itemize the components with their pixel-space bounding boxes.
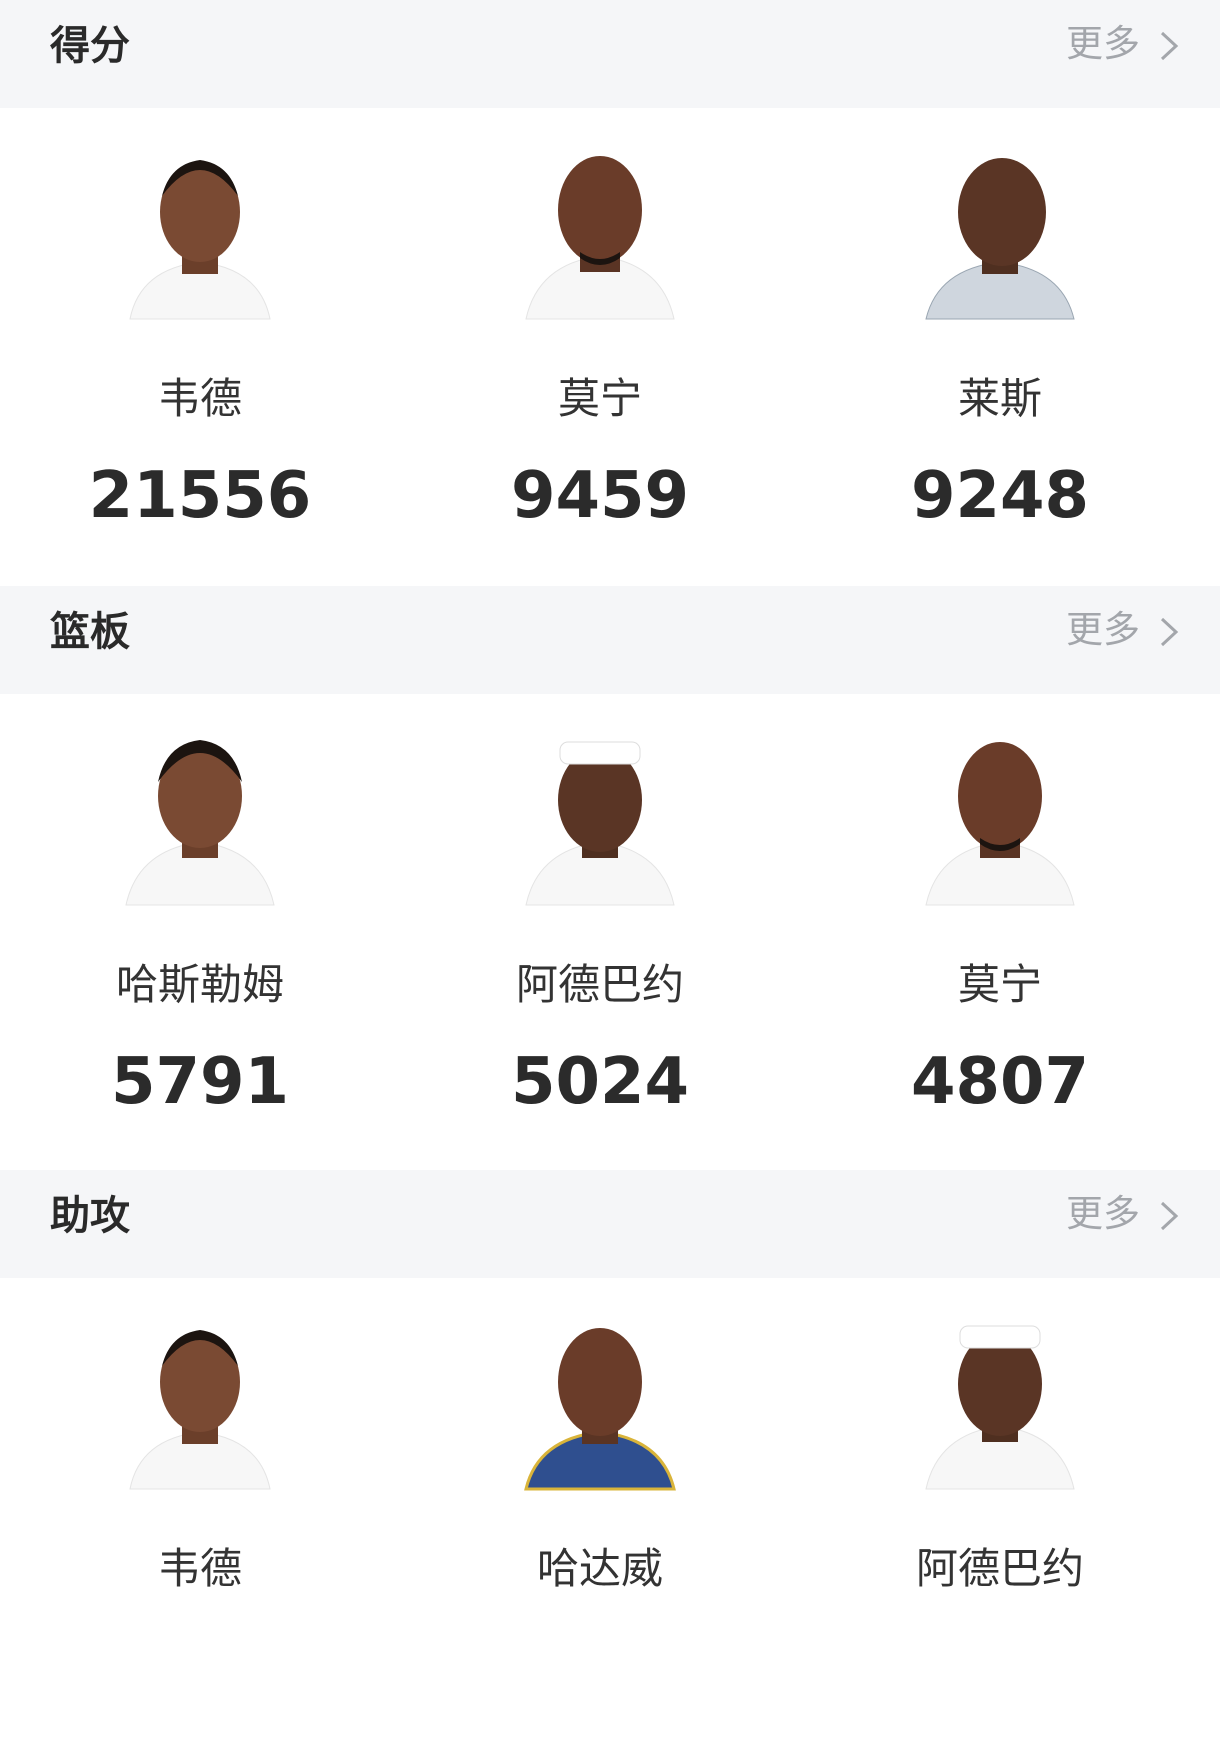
player-stat: 5791 [110, 1045, 290, 1119]
player-card[interactable]: 哈斯勒姆 5791 [0, 694, 400, 1172]
player-card[interactable]: 莱斯 9248 [800, 108, 1200, 586]
player-avatar [125, 740, 275, 906]
player-stat: 4807 [910, 1045, 1090, 1119]
section-title: 篮板 [50, 609, 130, 655]
section-scoring: 得分 更多 韦德 21556 莫宁 9459 莱斯 9248 [0, 0, 1220, 586]
section-header: 篮板 更多 [0, 586, 1220, 694]
player-card[interactable]: 莫宁 9459 [400, 108, 800, 586]
player-card[interactable]: 阿德巴约 [800, 1278, 1200, 1756]
more-label: 更多 [1066, 608, 1140, 651]
more-link[interactable]: 更多 [1066, 20, 1180, 68]
section-assists: 助攻 更多 韦德 哈达威 阿德巴约 [0, 1170, 1220, 1756]
section-header: 助攻 更多 [0, 1170, 1220, 1278]
section-header: 得分 更多 [0, 0, 1220, 108]
player-avatar [525, 741, 675, 906]
player-avatar [525, 156, 675, 320]
section-title: 得分 [50, 23, 130, 69]
player-name: 韦德 [157, 374, 242, 423]
section-title: 助攻 [50, 1193, 130, 1239]
player-name: 莫宁 [957, 960, 1042, 1009]
chevron-right-icon [1160, 31, 1179, 61]
more-label: 更多 [1066, 1192, 1140, 1235]
player-avatar [925, 1325, 1075, 1490]
more-label: 更多 [1066, 22, 1140, 65]
player-card[interactable]: 阿德巴约 5024 [400, 694, 800, 1172]
player-card[interactable]: 韦德 21556 [0, 108, 400, 586]
player-name: 哈斯勒姆 [115, 960, 284, 1009]
player-row: 韦德 21556 莫宁 9459 莱斯 9248 [0, 108, 1220, 586]
player-card[interactable]: 哈达威 [400, 1278, 800, 1756]
player-row: 哈斯勒姆 5791 阿德巴约 5024 莫宁 4807 [0, 694, 1220, 1172]
player-row: 韦德 哈达威 阿德巴约 [0, 1278, 1220, 1756]
more-link[interactable]: 更多 [1066, 606, 1180, 654]
section-rebounds: 篮板 更多 哈斯勒姆 5791 阿德巴约 5024 莫宁 4807 [0, 586, 1220, 1172]
chevron-right-icon [1160, 617, 1179, 647]
player-avatar [524, 1328, 676, 1491]
player-name: 莱斯 [957, 374, 1042, 423]
player-name: 阿德巴约 [515, 960, 684, 1009]
player-stat: 9459 [510, 459, 690, 533]
player-name: 莫宁 [557, 374, 642, 423]
player-avatar [925, 158, 1075, 320]
player-name: 阿德巴约 [915, 1544, 1084, 1593]
player-stat: 21556 [88, 459, 312, 533]
more-link[interactable]: 更多 [1066, 1190, 1180, 1238]
player-avatar [925, 742, 1075, 906]
player-card[interactable]: 韦德 [0, 1278, 400, 1756]
player-avatar [129, 160, 271, 320]
player-name: 韦德 [157, 1544, 242, 1593]
player-name: 哈达威 [536, 1544, 663, 1593]
player-stat: 5024 [510, 1045, 690, 1119]
chevron-right-icon [1160, 1201, 1179, 1231]
player-card[interactable]: 莫宁 4807 [800, 694, 1200, 1172]
player-avatar [129, 1330, 271, 1490]
player-stat: 9248 [910, 459, 1090, 533]
